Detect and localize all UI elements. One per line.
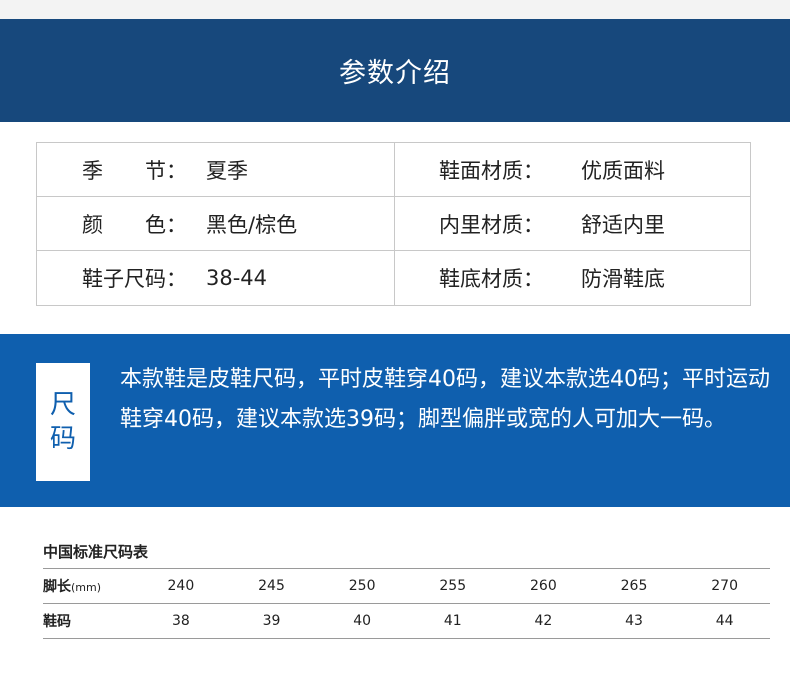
spec-label: 鞋面材质： [439, 158, 544, 183]
size-chart: 脚长(mm) 240 245 250 255 260 265 270 鞋码 38… [43, 568, 770, 639]
size-cell: 255 [439, 578, 467, 594]
spec-value: 优质面料 [581, 158, 665, 183]
spec-label: 鞋子尺码： [82, 267, 187, 291]
top-gap [0, 0, 790, 19]
spec-cell-color: 颜 色： 黑色/棕色 [37, 197, 395, 251]
size-cell: 39 [262, 613, 281, 629]
size-cell: 43 [625, 613, 643, 629]
size-chart-title: 中国标准尺码表 [43, 543, 149, 561]
size-badge: 尺 码 [36, 363, 90, 481]
header-band: 参数介绍 [0, 19, 790, 122]
row-label: 鞋码 [43, 614, 71, 630]
size-cell: 270 [711, 578, 738, 594]
spec-label: 颜 色： [82, 212, 187, 237]
shoe-size-row: 鞋码 38 39 40 41 42 43 44 [43, 603, 770, 639]
spec-value: 防滑鞋底 [581, 267, 665, 291]
spec-value: 黑色/棕色 [206, 212, 298, 237]
foot-length-label: 脚长 [43, 579, 71, 595]
foot-length-row: 脚长(mm) 240 245 250 255 260 265 270 [43, 568, 770, 603]
spec-cell-upper-material: 鞋面材质： 优质面料 [395, 143, 750, 197]
spec-label: 内里材质： [439, 212, 544, 237]
spec-value: 38-44 [206, 266, 268, 290]
spec-cell-lining-material: 内里材质： 舒适内里 [395, 197, 750, 251]
spec-cell-size-range: 鞋子尺码： 38-44 [37, 251, 395, 305]
size-cell: 38 [171, 613, 190, 629]
foot-length-unit: (mm) [71, 581, 102, 594]
spec-label: 季 节： [82, 158, 187, 183]
size-cell: 260 [530, 578, 557, 594]
size-cell: 240 [167, 578, 195, 594]
size-cell: 250 [348, 578, 376, 594]
spec-cell-sole-material: 鞋底材质： 防滑鞋底 [395, 251, 750, 305]
spec-value: 夏季 [206, 158, 248, 183]
page-title: 参数介绍 [339, 58, 451, 89]
spec-table: 季 节： 夏季 鞋面材质： 优质面料 颜 色： 黑色/棕色 内里材质： 舒适内里… [36, 142, 751, 306]
spec-value: 舒适内里 [581, 212, 665, 237]
size-note-text: 本款鞋是皮鞋尺码，平时皮鞋穿40码，建议本款选40码；平时运动鞋穿40码，建议本… [120, 367, 770, 432]
size-cell: 245 [258, 578, 285, 594]
size-cell: 44 [715, 613, 734, 629]
size-cell: 40 [353, 613, 372, 629]
spec-label: 鞋底材质： [439, 267, 544, 291]
row-label: 脚长(mm) [43, 576, 136, 596]
spec-cell-season: 季 节： 夏季 [37, 143, 395, 197]
size-cell: 265 [620, 578, 648, 594]
size-cell: 41 [443, 613, 462, 629]
size-cell: 42 [534, 613, 553, 629]
size-badge-char: 尺 [49, 390, 76, 420]
size-badge-char: 码 [49, 424, 76, 454]
